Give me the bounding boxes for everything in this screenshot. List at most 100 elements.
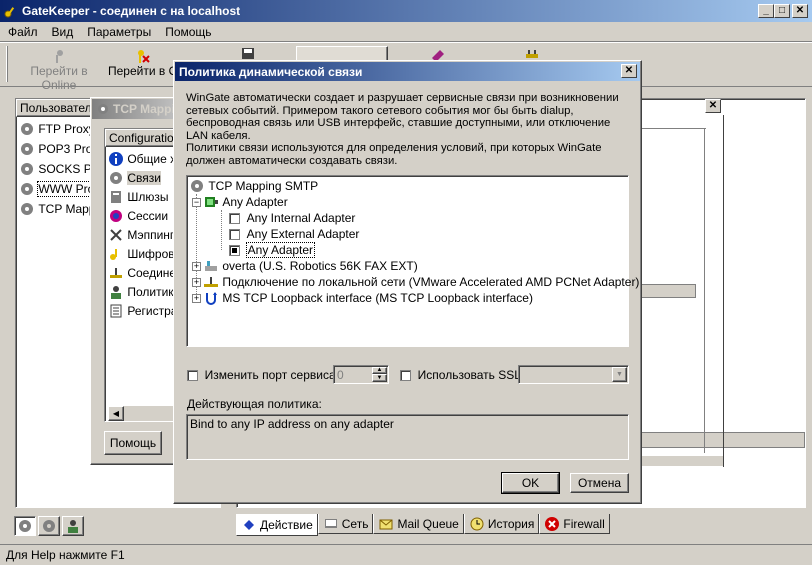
change-port-label: Изменить порт сервиса: [204,368,339,382]
tree-adapter-label: overta (U.S. Robotics 56K FAX EXT) [222,259,418,273]
view-button-3[interactable] [62,516,84,536]
tree-any-adapter-label: Any Adapter [222,195,288,209]
tree-child-label: Any External Adapter [246,227,360,241]
go-online-label: Перейти в Online [30,64,88,92]
tab-firewall[interactable]: Firewall [539,514,610,534]
go-offline-label: Перейти в O [108,64,176,78]
menu-params[interactable]: Параметры [87,25,151,39]
ssl-select[interactable]: ▼ [518,365,629,384]
tcp-mapping-titlebar: TCP Mapping [92,99,189,119]
config-logging[interactable]: Регистра [108,301,177,320]
change-port-checkbox[interactable] [187,369,198,381]
ok-button[interactable]: OK [501,472,560,494]
tree-child-label: Any Internal Adapter [246,211,356,225]
cancel-button[interactable]: Отмена [570,473,629,493]
change-port-checkbox-row[interactable]: Изменить порт сервиса: [187,367,339,383]
log-icon [108,303,124,319]
key-icon [4,4,18,18]
config-gateways[interactable]: Шлюзы [108,187,177,206]
tree-root-label: TCP Mapping SMTP [208,179,319,193]
mapping-icon [108,227,124,243]
config-sessions[interactable]: Сессии [108,206,177,225]
tab-mail-queue[interactable]: Mail Queue [373,514,464,534]
right-panel-close[interactable]: ✕ [705,99,721,113]
mail-icon [378,516,394,532]
config-label: Мэппинг [127,227,175,242]
spin-up-icon[interactable]: ▲ [372,367,387,374]
lan-icon [203,274,219,290]
spin-down-icon[interactable]: ▼ [372,374,387,382]
go-online-button[interactable]: Перейти в Online [14,48,104,92]
connection-icon [108,265,124,281]
port-spinner[interactable]: 0 ▲ ▼ [333,365,389,384]
maximize-button[interactable]: □ [774,4,790,18]
tree-child-external[interactable]: Any External Adapter [229,226,359,242]
config-hscroll[interactable]: ◀ [108,405,177,421]
tab-network[interactable]: Сеть [317,514,374,534]
policy-description: WinGate автоматически создает и разрушае… [186,92,630,167]
expand-icon[interactable]: + [192,261,201,271]
policy-dialog-close[interactable]: ✕ [621,64,637,78]
tab-history[interactable]: История [463,514,540,534]
tab-label: Firewall [563,516,605,531]
adapter-tree: TCP Mapping SMTP − Any Adapter Any Inter… [186,175,639,347]
port-value: 0 [337,368,344,382]
network-icon [323,516,339,532]
checkbox-internal[interactable] [229,212,240,224]
view-button-1[interactable] [14,516,36,536]
config-links[interactable]: Связи [108,168,177,187]
config-encryption[interactable]: Шифров [108,244,177,263]
policy-label: Действующая политика: [187,397,322,411]
chevron-down-icon[interactable]: ▼ [612,367,627,382]
menu-view[interactable]: Вид [52,25,74,39]
use-ssl-checkbox[interactable] [400,369,411,381]
sessions-icon [108,208,124,224]
config-policy[interactable]: Политик [108,282,177,301]
policy-dialog-title: Политика динамической связи [179,64,363,79]
tab-action[interactable]: Действие [236,514,318,536]
policy-text-box[interactable]: Bind to any IP address on any adapter [186,414,629,460]
tree-lan[interactable]: + Подключение по локальной сети (VMware … [192,274,639,290]
config-general[interactable]: Общие х [108,149,177,168]
gateway-icon [108,189,124,205]
menu-bar: Файл Вид Параметры Помощь [8,25,226,39]
minimize-button[interactable]: _ [758,4,774,18]
config-label: Сессии [127,208,169,223]
key-icon [108,246,124,262]
go-offline-button[interactable]: Перейти в O [108,48,176,82]
tab-label: Mail Queue [397,516,459,531]
expand-icon[interactable]: + [192,277,201,287]
user-icon [108,284,124,300]
tree-child-any[interactable]: Any Adapter [229,242,316,258]
scroll-left-arrow[interactable]: ◀ [108,406,124,421]
config-connections[interactable]: Соедине [108,263,177,282]
config-header: Configuration [105,129,177,147]
info-icon [108,151,124,167]
policy-desc-1: WinGate автоматически создает и разрушае… [186,92,619,142]
tree-child-internal[interactable]: Any Internal Adapter [229,210,355,226]
service-icon [17,518,33,534]
view-button-2[interactable] [38,516,60,536]
config-mapping[interactable]: Мэппинг [108,225,177,244]
status-text: Для Help нажмите F1 [6,548,125,562]
config-label: Политик [127,284,174,299]
disk-icon[interactable] [240,48,256,60]
checkbox-external[interactable] [229,228,240,240]
tree-any-adapter[interactable]: − Any Adapter [192,194,288,210]
adapter-icon [203,194,219,210]
policy-desc-2: Политики связи используются для определе… [186,142,602,167]
use-ssl-checkbox-row[interactable]: Использовать SSL [400,367,521,383]
close-button[interactable]: ✕ [792,4,808,18]
clock-icon [469,516,485,532]
menu-help[interactable]: Помощь [165,25,211,39]
collapse-icon[interactable]: − [192,197,201,207]
tree-loopback[interactable]: + MS TCP Loopback interface (MS TCP Loop… [192,290,533,306]
checkbox-any[interactable] [229,244,240,256]
service-icon [19,181,35,197]
tree-root[interactable]: TCP Mapping SMTP [189,178,318,194]
expand-icon[interactable]: + [192,293,201,303]
help-button[interactable]: Помощь [104,431,162,455]
tree-overta[interactable]: + overta (U.S. Robotics 56K FAX EXT) [192,258,418,274]
tree-child-label: Any Adapter [245,242,316,258]
menu-file[interactable]: Файл [8,25,38,39]
